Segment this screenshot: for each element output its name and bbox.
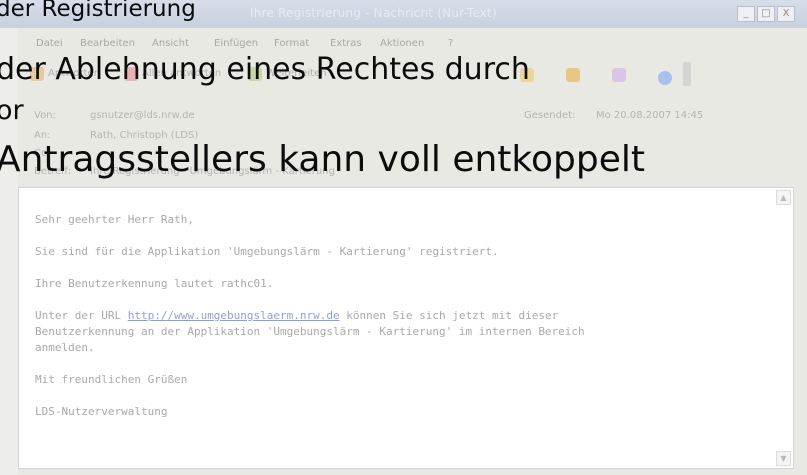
- maximize-button[interactable]: □: [757, 6, 775, 22]
- close-button[interactable]: X: [777, 6, 795, 22]
- menu-extras[interactable]: Extras: [330, 38, 362, 49]
- paragraph-3-suffix: können Sie sich jetzt mit dieser: [339, 309, 559, 322]
- sent-value: Mo 20.08.2007 14:45: [596, 110, 704, 121]
- message-greeting: Sehr geehrter Herr Rath,: [35, 213, 194, 226]
- slide-text-line-4: Antragsstellers kann voll entkoppelt: [0, 139, 645, 180]
- help-icon[interactable]: [658, 71, 672, 85]
- message-paragraph-2: Ihre Benutzerkennung lautet rathc01.: [35, 277, 274, 290]
- message-signature: LDS-Nutzerverwaltung: [35, 405, 168, 418]
- scroll-down-arrow-icon[interactable]: ▼: [776, 451, 791, 466]
- menu-datei[interactable]: Datei: [36, 38, 63, 49]
- menu-format[interactable]: Format: [274, 38, 309, 49]
- menu-ansicht[interactable]: Ansicht: [152, 38, 189, 49]
- slide-text-line-1: der Registrierung: [0, 0, 196, 22]
- move-icon[interactable]: [566, 68, 580, 82]
- slide-text-line-3: or: [0, 95, 24, 126]
- from-label: Von:: [34, 110, 56, 121]
- message-closing: Mit freundlichen Grüßen: [35, 373, 188, 386]
- window-title: Ihre Registrierung - Nachricht (Nur-Text…: [250, 6, 497, 20]
- menu-einfuegen[interactable]: Einfügen: [214, 38, 258, 49]
- minimize-button[interactable]: _: [737, 6, 755, 22]
- print-icon[interactable]: [612, 68, 626, 82]
- sent-label: Gesendet:: [524, 110, 576, 121]
- umgebungslaerm-link[interactable]: http://www.umgebungslaerm.nrw.de: [128, 309, 340, 322]
- menu-bearbeiten[interactable]: Bearbeiten: [80, 38, 135, 49]
- slide-text-line-2: der Ablehnung eines Rechtes durch: [0, 52, 530, 87]
- message-paragraph-3: Unter der URL http://www.umgebungslaerm.…: [35, 309, 558, 322]
- paragraph-3-prefix: Unter der URL: [35, 309, 128, 322]
- message-paragraph-3-line-2: Benutzerkennung an der Applikation 'Umge…: [35, 325, 585, 338]
- toolbar-grip-icon: [683, 62, 691, 86]
- scroll-up-arrow-icon[interactable]: ▲: [776, 190, 791, 205]
- message-paragraph-1: Sie sind für die Applikation 'Umgebungsl…: [35, 245, 499, 258]
- menu-help[interactable]: ?: [448, 38, 453, 49]
- message-body[interactable]: ▲ Sehr geehrter Herr Rath, Sie sind für …: [18, 187, 794, 469]
- email-window: Ihre Registrierung - Nachricht (Nur-Text…: [0, 0, 807, 475]
- from-value: gsnutzer@lds.nrw.de: [90, 110, 195, 121]
- window-controls: _ □ X: [737, 6, 795, 22]
- message-paragraph-3-line-3: anmelden.: [35, 341, 95, 354]
- menu-aktionen[interactable]: Aktionen: [380, 38, 424, 49]
